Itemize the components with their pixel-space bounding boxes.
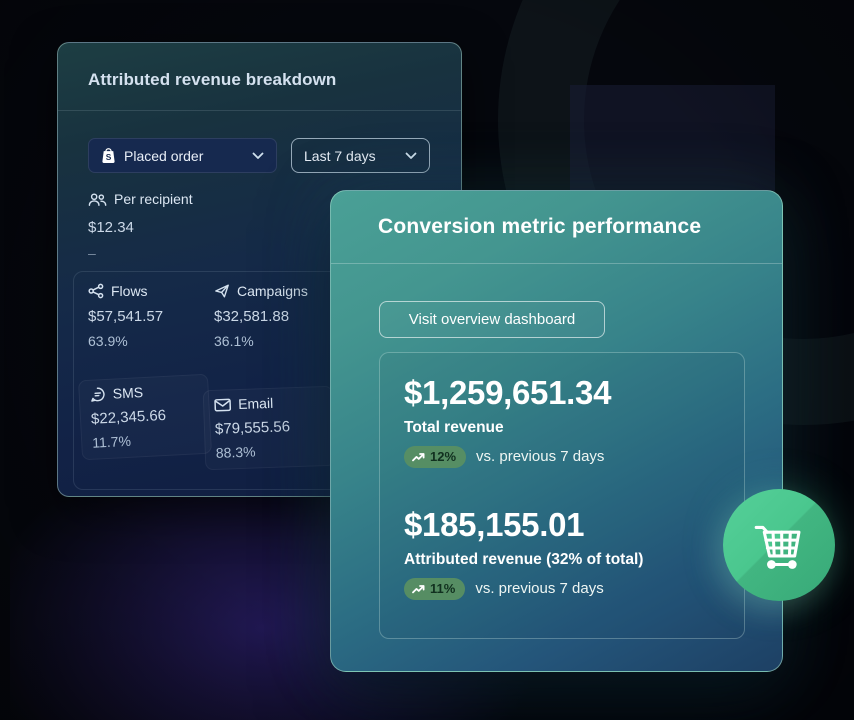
- metric-value: $79,555.56: [215, 417, 324, 438]
- card-divider: [58, 110, 461, 111]
- attributed-revenue-value: $185,155.01: [404, 506, 720, 544]
- metric-campaigns: Campaigns $32,581.88 36.1%: [214, 283, 344, 349]
- metric-label: Flows: [111, 283, 148, 299]
- svg-text:S: S: [106, 152, 112, 162]
- metric-value: $57,541.57: [88, 308, 218, 325]
- attributed-revenue-label: Attributed revenue (32% of total): [404, 551, 720, 569]
- metric-label: Email: [238, 395, 274, 412]
- flows-icon: [88, 283, 104, 299]
- chevron-down-icon: [405, 152, 417, 160]
- growth-badge: 12%: [404, 446, 466, 468]
- chevron-down-icon: [252, 152, 264, 160]
- comparison-text: vs. previous 7 days: [475, 580, 603, 597]
- conversion-metric-dropdown-label: Placed order: [124, 148, 203, 164]
- metric-email: Email $79,555.56 88.3%: [203, 386, 336, 470]
- metric-value: $32,581.88: [214, 308, 344, 325]
- metric-value: $22,345.66: [91, 405, 200, 428]
- growth-percent: 11%: [430, 581, 455, 596]
- metric-percent: 88.3%: [216, 441, 324, 461]
- conversion-stats-box: $1,259,651.34 Total revenue 12% vs. prev…: [379, 352, 745, 639]
- per-recipient-label: Per recipient: [114, 191, 193, 207]
- growth-percent: 12%: [430, 449, 456, 464]
- email-icon: [214, 398, 231, 412]
- metric-percent: 11.7%: [92, 429, 201, 451]
- per-recipient-sub: –: [88, 245, 96, 261]
- shopping-cart-icon: [748, 517, 810, 574]
- metric-flows: Flows $57,541.57 63.9%: [88, 283, 218, 349]
- conversion-metric-dropdown[interactable]: S Placed order: [88, 138, 277, 173]
- sms-icon: [89, 386, 106, 403]
- marketing-dashboard-composite: Attributed revenue breakdown S Placed or…: [0, 0, 854, 720]
- visit-overview-dashboard-button[interactable]: Visit overview dashboard: [379, 301, 605, 338]
- send-icon: [214, 283, 230, 299]
- comparison-text: vs. previous 7 days: [476, 448, 604, 465]
- metric-label: SMS: [112, 384, 143, 402]
- growth-badge: 11%: [404, 578, 465, 600]
- conversion-performance-card: Conversion metric performance Visit over…: [330, 190, 783, 672]
- total-revenue-stat: $1,259,651.34 Total revenue 12% vs. prev…: [404, 374, 720, 468]
- card-divider: [331, 263, 782, 264]
- filter-controls: S Placed order Last 7 days: [88, 138, 430, 173]
- trending-up-icon: [412, 452, 425, 462]
- total-revenue-value: $1,259,651.34: [404, 374, 720, 412]
- attributed-revenue-stat: $185,155.01 Attributed revenue (32% of t…: [404, 506, 720, 600]
- shopify-bag-icon: S: [101, 147, 116, 164]
- conversion-performance-title: Conversion metric performance: [378, 215, 701, 239]
- per-recipient-row: Per recipient: [88, 191, 193, 207]
- metric-percent: 36.1%: [214, 333, 344, 349]
- metric-percent: 63.9%: [88, 333, 218, 349]
- attributed-revenue-title: Attributed revenue breakdown: [88, 70, 336, 90]
- metric-label: Campaigns: [237, 283, 308, 299]
- total-revenue-label: Total revenue: [404, 419, 720, 437]
- per-recipient-value: $12.34: [88, 219, 134, 236]
- shopping-cart-bubble: [723, 489, 835, 601]
- date-range-dropdown[interactable]: Last 7 days: [291, 138, 430, 173]
- metric-sms: SMS $22,345.66 11.7%: [78, 374, 212, 461]
- trending-up-icon: [412, 584, 425, 594]
- date-range-dropdown-label: Last 7 days: [304, 148, 376, 164]
- people-icon: [88, 192, 107, 207]
